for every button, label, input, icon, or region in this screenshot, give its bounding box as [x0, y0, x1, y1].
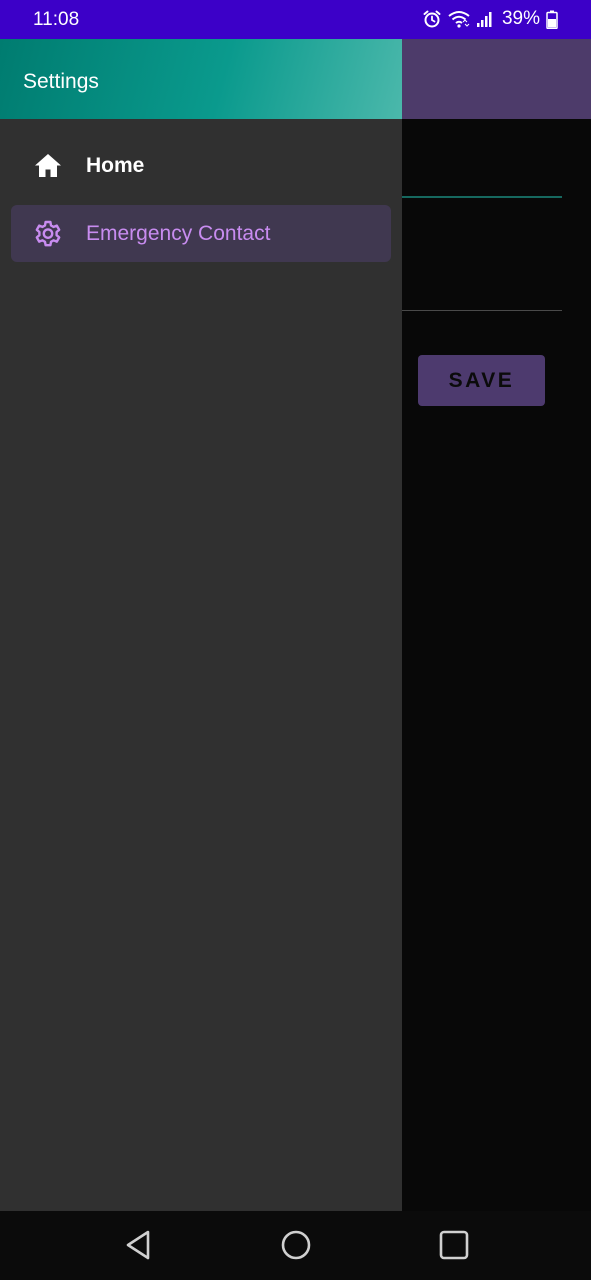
system-nav-bar [0, 1211, 591, 1280]
back-icon[interactable] [121, 1227, 157, 1263]
contact-input-underline[interactable] [402, 196, 562, 198]
drawer-item-label: Home [86, 153, 145, 177]
status-icons: 39% [422, 8, 558, 30]
second-input-underline[interactable] [402, 310, 562, 311]
alarm-icon [422, 9, 442, 29]
drawer-header: Settings [0, 39, 402, 119]
wifi-icon [448, 10, 470, 28]
drawer-title: Settings [23, 70, 99, 93]
status-time: 11:08 [33, 9, 80, 30]
battery-icon [546, 10, 558, 29]
save-button[interactable]: SAVE [418, 355, 545, 406]
drawer-item-home[interactable]: Home [11, 137, 391, 194]
navigation-drawer: Settings Home Emergency Contact [0, 39, 402, 1211]
home-icon [33, 151, 63, 181]
home-circle-icon[interactable] [278, 1227, 314, 1263]
drawer-item-emergency-contact[interactable]: Emergency Contact [11, 205, 391, 262]
drawer-item-label: Emergency Contact [86, 221, 271, 245]
battery-percent: 39% [501, 8, 540, 29]
recents-icon[interactable] [436, 1227, 472, 1263]
status-bar: 11:08 39% [0, 0, 591, 39]
signal-icon [476, 10, 494, 28]
gear-icon [33, 219, 63, 249]
